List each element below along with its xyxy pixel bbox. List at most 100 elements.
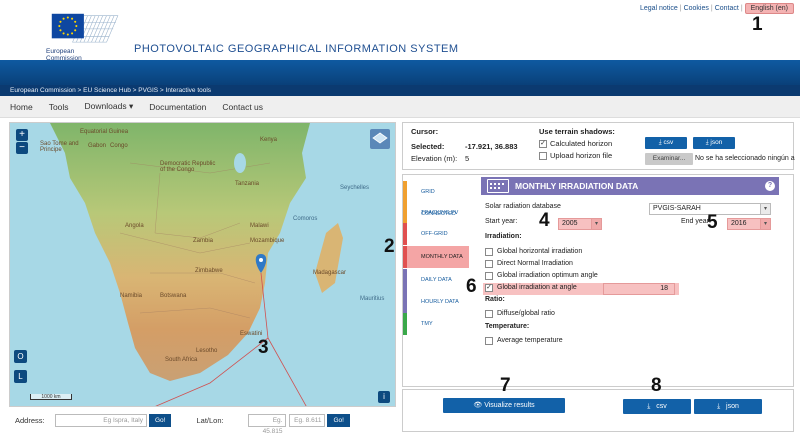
tab-grid-connected[interactable]: GRID CONNECTED — [403, 181, 469, 217]
nav-documentation[interactable]: Documentation — [149, 102, 206, 112]
top-links: Legal notice | Cookies | Contact | Engli… — [640, 3, 794, 14]
nav-tools[interactable]: Tools — [49, 102, 69, 112]
contact-link[interactable]: Contact — [715, 5, 739, 12]
db-label: Solar radiation database — [485, 203, 561, 210]
nav-home[interactable]: Home — [10, 102, 33, 112]
ratio-label: Ratio: — [485, 296, 505, 303]
upload-horizon-label: Upload horizon file — [550, 151, 613, 160]
option-diffuse-ratio[interactable]: Diffuse/global ratio — [485, 309, 685, 321]
zoom-in-button[interactable]: + — [16, 129, 28, 141]
help-icon[interactable]: ? — [765, 181, 775, 191]
end-year-select[interactable]: 2016 ▾ — [727, 218, 771, 230]
option-average-temp[interactable]: Average temperature — [485, 336, 685, 348]
option-label: Global horizontal irradiation — [497, 248, 583, 255]
layers-button[interactable] — [370, 129, 390, 149]
download-icon: ⤓ — [647, 403, 651, 410]
link-separator: | — [710, 5, 713, 12]
csv-label: csv — [663, 139, 674, 146]
tab-hourly-data[interactable]: HOURLY DATA — [403, 291, 469, 313]
download-json-button[interactable]: ⤓ json — [694, 399, 762, 414]
lon-input[interactable]: Eg. 8.611 — [289, 413, 326, 427]
cookies-link[interactable]: Cookies — [684, 5, 709, 12]
tab-off-grid[interactable]: OFF-GRID — [403, 223, 469, 245]
tool-tabs: GRID CONNECTED TRACKING PV OFF-GRID MONT… — [403, 175, 469, 388]
layers-icon — [372, 132, 388, 144]
main-nav: Home Tools Downloads ▾ Documentation Con… — [0, 96, 800, 118]
option-direct-normal[interactable]: Direct Normal Irradiation — [485, 259, 685, 271]
right-panel: Cursor: Selected: -17.921, 36.883 Elevat… — [402, 122, 795, 432]
place-label: Mozambique — [250, 238, 285, 244]
callout-2: 2 — [384, 236, 395, 257]
tab-tmy[interactable]: TMY — [403, 313, 469, 335]
selected-label: Selected: — [411, 142, 445, 151]
calc-horizon-checkbox[interactable]: ✓ — [539, 140, 547, 148]
horizon-csv-button[interactable]: ⤓ csv — [645, 137, 687, 149]
diffuse-ratio-checkbox[interactable] — [485, 310, 493, 318]
download-csv-button[interactable]: ⤓ csv — [623, 399, 691, 414]
global-horizontal-checkbox[interactable] — [485, 248, 493, 256]
option-label: Average temperature — [497, 337, 563, 344]
place-label: Malawi — [250, 223, 269, 229]
temperature-label: Temperature: — [485, 323, 530, 330]
nav-contact[interactable]: Contact us — [222, 102, 263, 112]
place-label: Madagascar — [313, 270, 347, 276]
place-label: Zimbabwe — [195, 268, 223, 274]
nav-downloads[interactable]: Downloads ▾ — [85, 101, 134, 112]
map-scale: 1000 km — [30, 394, 72, 400]
map-view[interactable]: Equatorial Guinea Gabon Congo Sao Tome a… — [9, 122, 396, 407]
average-temp-checkbox[interactable] — [485, 337, 493, 345]
place-label: Comoros — [293, 216, 318, 222]
json-label: json — [726, 403, 739, 410]
language-selector[interactable]: English (en) — [744, 3, 794, 14]
place-label: Kenya — [260, 137, 278, 143]
callout-4: 4 — [539, 210, 550, 231]
lat-input[interactable]: Eg. 45.815 — [248, 413, 287, 435]
latlon-go-button[interactable]: Go! — [327, 413, 350, 427]
callout-7: 7 — [500, 375, 511, 396]
tab-daily-data[interactable]: DAILY DATA — [403, 269, 469, 291]
zoom-out-button[interactable]: − — [16, 142, 28, 154]
callout-6: 6 — [466, 276, 477, 297]
address-go-button[interactable]: Go! — [149, 413, 172, 427]
place-label: South Africa — [165, 357, 198, 363]
map-l-button[interactable]: L — [14, 370, 27, 383]
start-year-select[interactable]: 2005 ▾ — [558, 218, 602, 230]
tab-monthly-data[interactable]: MONTHLY DATA — [403, 246, 469, 268]
address-input[interactable]: Eg Ispra, Italy — [55, 413, 147, 427]
at-angle-checkbox[interactable]: ✓ — [485, 284, 493, 292]
selected-value: -17.921, 36.883 — [465, 142, 518, 151]
option-optimum-angle[interactable]: Global irradiation optimum angle — [485, 271, 685, 283]
latlon-label: Lat/Lon: — [196, 415, 224, 425]
info-button[interactable]: i — [378, 391, 390, 403]
json-label: json — [710, 139, 723, 146]
option-global-horizontal[interactable]: Global horizontal irradiation — [485, 247, 685, 259]
place-label: Angola — [125, 223, 144, 229]
download-icon: ⤓ — [717, 403, 721, 410]
optimum-angle-checkbox[interactable] — [485, 272, 493, 280]
legal-notice-link[interactable]: Legal notice — [640, 5, 678, 12]
map-o-button[interactable]: O — [14, 350, 27, 363]
option-label: Global irradiation optimum angle — [497, 272, 598, 279]
upload-horizon-checkbox[interactable] — [539, 152, 547, 160]
terrain-label: Use terrain shadows: — [539, 127, 615, 136]
place-label: Zambia — [193, 238, 214, 244]
visualize-results-button[interactable]: 👁 Visualize results — [443, 398, 565, 413]
blue-banner — [0, 60, 800, 85]
calendar-icon — [487, 179, 509, 193]
link-separator: | — [679, 5, 682, 12]
place-label: Botswana — [160, 293, 187, 299]
browse-file-button[interactable]: Examinar... — [645, 153, 693, 165]
link-separator: | — [740, 5, 743, 12]
address-label: Address: — [15, 415, 45, 425]
tab-tracking-pv[interactable]: TRACKING PV — [403, 202, 469, 224]
direct-normal-checkbox[interactable] — [485, 260, 493, 268]
option-label: Diffuse/global ratio — [497, 310, 555, 317]
site-header: Legal notice | Cookies | Contact | Engli… — [0, 0, 800, 62]
angle-input[interactable]: 18 — [603, 283, 675, 295]
breadcrumb[interactable]: European Commission > EU Science Hub > P… — [0, 85, 800, 96]
horizon-json-button[interactable]: ⤓ json — [693, 137, 735, 149]
no-file-text: No se ha seleccionado ningún a — [695, 155, 795, 162]
option-label: Global irradiation at angle — [497, 284, 577, 291]
place-label: Gabon — [88, 143, 107, 149]
csv-label: csv — [656, 403, 667, 410]
